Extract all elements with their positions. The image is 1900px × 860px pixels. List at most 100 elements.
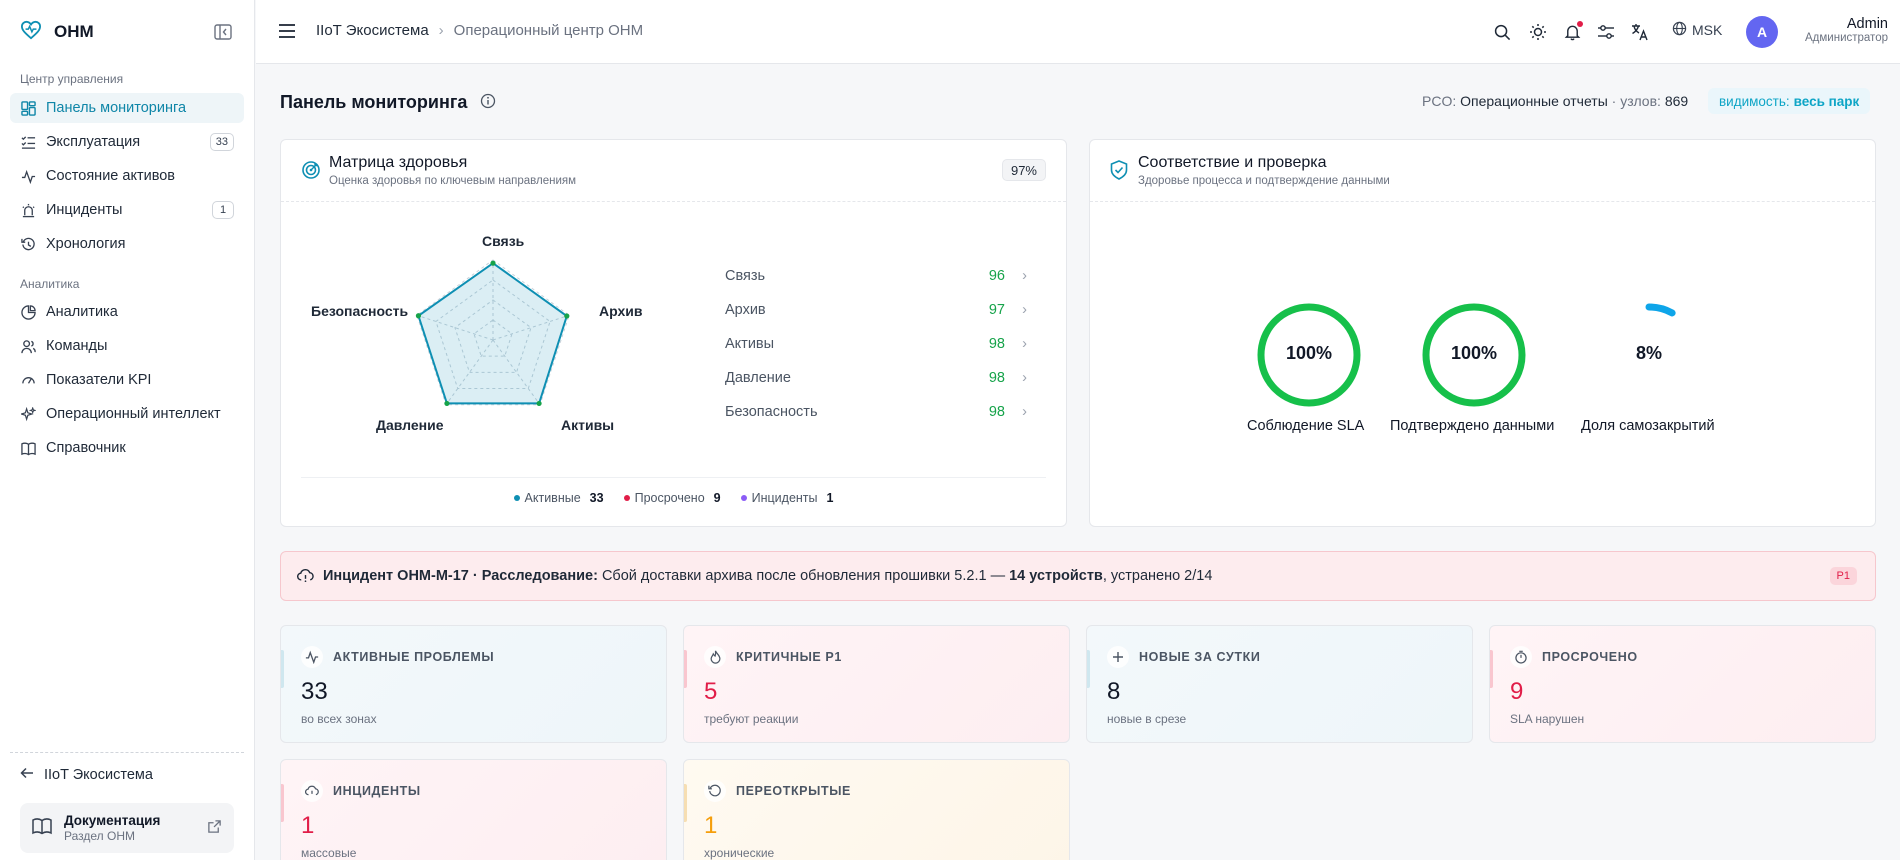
siren-icon (20, 202, 36, 218)
sidebar-item-label: Состояние активов (46, 168, 175, 184)
sidebar-item-timeline[interactable]: Хронология (10, 229, 244, 259)
radar-point[interactable] (536, 400, 542, 407)
score-row-arkhiv[interactable]: Архив 97 › (725, 302, 1035, 322)
score-row-svyaz[interactable]: Связь 96 › (725, 268, 1035, 288)
kpi-accent-bar (1490, 650, 1493, 688)
user-menu[interactable]: Admin Администратор (1784, 16, 1888, 44)
sidebar-item-teams[interactable]: Команды (10, 331, 244, 361)
legend-dot (623, 495, 630, 501)
score-row-aktivy[interactable]: Активы 98 › (725, 336, 1035, 356)
visibility-badge[interactable]: видимость: весь парк (1708, 88, 1871, 114)
user-name: Admin (1846, 16, 1888, 32)
sidebar-item-analytics[interactable]: Аналитика (10, 297, 244, 327)
back-link-label: IIoT Экосистема (44, 767, 153, 783)
gauge-label: Подтверждено данными (1390, 418, 1555, 434)
card-title: Соответствие и проверка (1138, 154, 1327, 171)
card-header: Соответствие и проверка Здоровье процесс… (1090, 140, 1875, 202)
filters-icon[interactable] (1594, 20, 1618, 44)
chevron-right-icon: › (1022, 302, 1027, 318)
documentation-card[interactable]: Документация Раздел ОНМ (20, 803, 234, 853)
sidebar-item-dashboard[interactable]: Панель мониторинга (10, 93, 244, 123)
bell-icon[interactable] (1560, 20, 1584, 44)
kpi-reopened[interactable]: ПЕРЕОТКРЫТЫЕ 1 хронические (683, 759, 1070, 860)
menu-button[interactable] (278, 22, 296, 45)
history-icon (20, 236, 36, 252)
brand[interactable]: ОНМ (20, 20, 94, 44)
kpi-incidents[interactable]: ИНЦИДЕНТЫ 1 массовые (280, 759, 667, 860)
legend-dot (513, 495, 520, 501)
sidebar-item-label: Команды (46, 338, 108, 354)
sidebar-item-incidents[interactable]: Инциденты 1 (10, 195, 244, 225)
score-value: 98 (988, 336, 1005, 352)
kpi-subtitle: массовые (301, 846, 357, 860)
sidebar-item-label: Эксплуатация (46, 134, 141, 150)
kpi-overdue[interactable]: ПРОСРОЧЕНО 9 SLA нарушен (1489, 625, 1876, 743)
user-role: Администратор (1805, 32, 1888, 44)
breadcrumb-ecosystem[interactable]: IIoT Экосистема (316, 22, 429, 39)
search-icon[interactable] (1490, 20, 1514, 44)
sidebar-item-asset-status[interactable]: Состояние активов (10, 161, 244, 191)
sidebar-item-reference[interactable]: Справочник (10, 433, 244, 463)
visibility-value: весь парк (1793, 93, 1860, 109)
sidebar-collapse-button[interactable] (212, 22, 234, 42)
chevron-right-icon: › (438, 22, 444, 39)
kpi-critical-p1[interactable]: КРИТИЧНЫЕ P1 5 требуют реакции (683, 625, 1070, 743)
radar-label-davlenie: Давление (376, 417, 444, 433)
kpi-accent-bar (684, 650, 687, 688)
radar-point[interactable] (415, 313, 422, 319)
score-label: Активы (725, 336, 775, 352)
legend-active: Активные 33 (513, 488, 604, 508)
pco-summary: PCO: Операционные отчеты · узлов: 869 (1422, 93, 1688, 109)
back-to-ecosystem-link[interactable]: IIoT Экосистема (20, 766, 153, 784)
kpi-accent-bar (684, 784, 687, 822)
pco-nodes-label: · узлов: (1611, 93, 1661, 109)
info-icon[interactable] (480, 93, 496, 114)
sidebar-item-label: Аналитика (46, 304, 118, 320)
kpi-accent-bar (281, 784, 284, 822)
legend-overdue: Просрочено 9 (623, 488, 721, 508)
sidebar-item-op-intelligence[interactable]: Операционный интеллект (10, 399, 244, 429)
kpi-title: КРИТИЧНЫЕ P1 (736, 650, 842, 664)
sidebar-divider (10, 752, 244, 753)
shield-check-icon (1110, 160, 1128, 185)
theme-toggle-icon[interactable] (1526, 20, 1550, 44)
incident-devices: 14 устройств (1009, 568, 1103, 584)
score-row-davlenie[interactable]: Давление 98 › (725, 370, 1035, 390)
incident-id: Инцидент ОНМ-М-17 · Расследование: (323, 568, 598, 584)
gauge-label: Доля самозакрытий (1581, 418, 1715, 434)
incident-banner[interactable]: Инцидент ОНМ-М-17 · Расследование: Сбой … (280, 551, 1876, 601)
kpi-subtitle: требуют реакции (704, 712, 799, 726)
chevron-right-icon: › (1022, 268, 1027, 284)
radar-point[interactable] (564, 313, 570, 319)
external-link-icon[interactable] (207, 819, 222, 839)
radar-point[interactable] (490, 260, 496, 266)
timer-icon (1510, 646, 1532, 668)
sidebar-item-label: Операционный интеллект (46, 406, 221, 422)
avatar[interactable]: A (1746, 16, 1778, 48)
timezone-selector[interactable]: MSK (1672, 21, 1722, 39)
radar-point[interactable] (444, 400, 450, 407)
sidebar-item-operations[interactable]: Эксплуатация 33 (10, 127, 244, 157)
cloud-alert-icon (297, 568, 314, 589)
kpi-active-problems[interactable]: АКТИВНЫЕ ПРОБЛЕМЫ 33 во всех зонах (280, 625, 667, 743)
reopen-icon (704, 780, 726, 802)
visibility-label: видимость: (1719, 93, 1790, 109)
kpi-value: 33 (301, 678, 328, 705)
pco-value: Операционные отчеты (1460, 93, 1608, 109)
radar-label-bezopasnost: Безопасность (311, 303, 409, 319)
breadcrumb-current: Операционный центр ОНМ (453, 22, 644, 39)
gauge-value: 100% (1285, 343, 1333, 363)
cloud-alert-icon (301, 780, 323, 802)
score-value: 97 (988, 302, 1005, 318)
timezone-label: MSK (1692, 22, 1723, 38)
gauge-data-confirmed: 100% (1419, 300, 1529, 415)
book-open-icon (32, 817, 52, 840)
translate-icon[interactable] (1628, 20, 1652, 44)
sidebar-item-kpi[interactable]: Показатели KPI (10, 365, 244, 395)
score-row-bezopasnost[interactable]: Безопасность 98 › (725, 404, 1035, 424)
kpi-subtitle: хронические (704, 846, 775, 860)
pco-nodes-value: 869 (1664, 93, 1689, 109)
legend-label: Просрочено (634, 491, 705, 505)
kpi-value: 1 (301, 812, 315, 839)
kpi-new-today[interactable]: НОВЫЕ ЗА СУТКИ 8 новые в срезе (1086, 625, 1473, 743)
